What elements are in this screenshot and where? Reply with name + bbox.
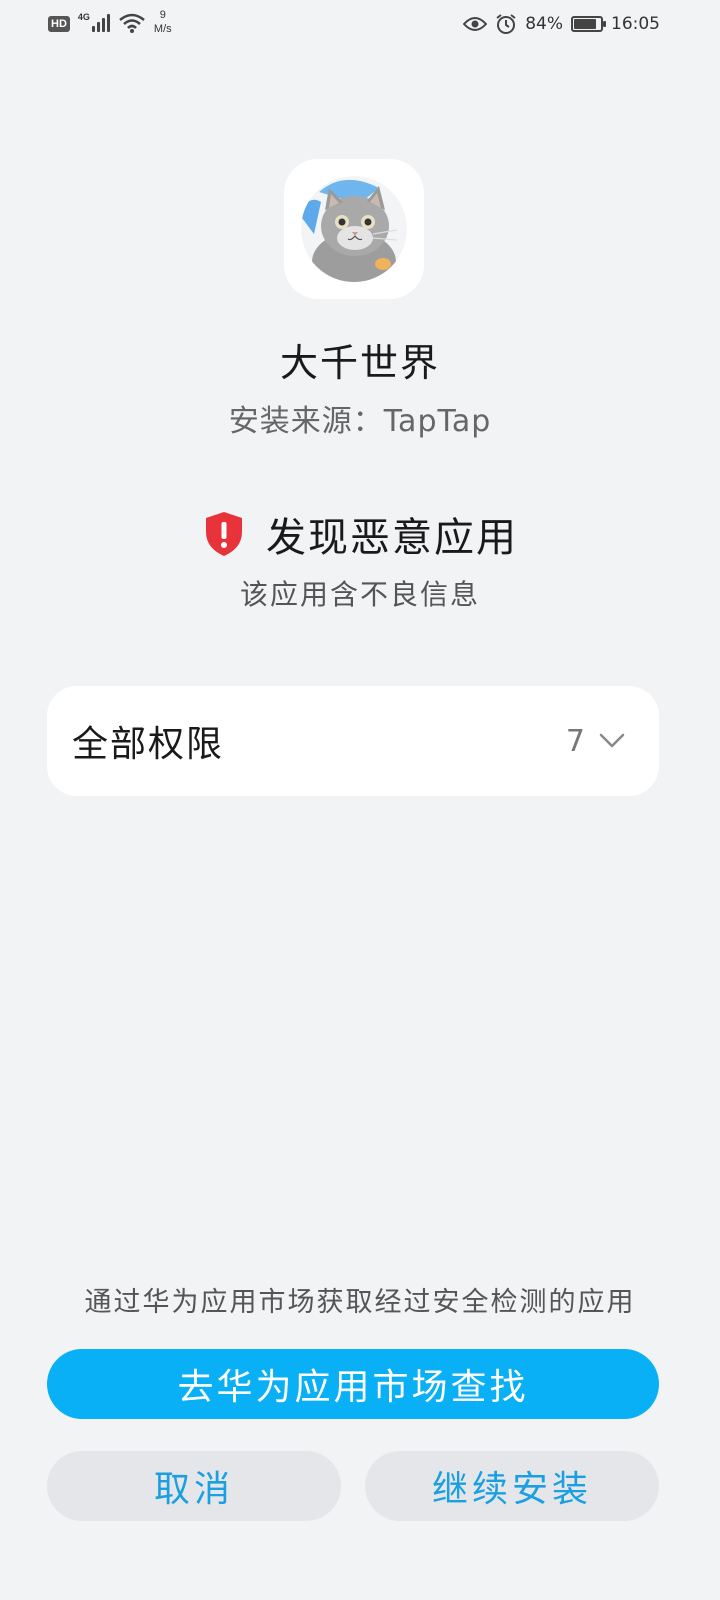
permissions-label: 全部权限	[72, 724, 225, 765]
status-right: 84% 16:05	[463, 13, 660, 35]
market-hint: 通过华为应用市场获取经过安全检测的应用	[84, 1287, 636, 1318]
app-name: 大千世界	[279, 341, 440, 385]
hd-icon: HD	[48, 16, 70, 32]
chevron-down-icon	[599, 733, 625, 748]
signal-icon: 4G	[78, 12, 110, 32]
wifi-icon	[119, 13, 145, 33]
warning-description: 该应用含不良信息	[239, 578, 480, 611]
clock: 16:05	[611, 14, 660, 34]
battery-fill	[574, 19, 596, 29]
all-permissions-row[interactable]: 全部权限 7	[47, 686, 659, 796]
malware-warning: 发现恶意应用	[0, 505, 720, 563]
alarm-icon	[496, 14, 516, 34]
status-bar: HD 4G 9 M/s 84% 16:05	[0, 0, 720, 52]
network-gen-label: 4G	[77, 12, 90, 22]
network-speed: 9 M/s	[153, 9, 172, 35]
install-source: 安装来源：TapTap	[228, 404, 492, 439]
battery-icon	[571, 16, 606, 32]
status-left: HD 4G 9 M/s	[48, 9, 172, 44]
cancel-button[interactable]: 取消	[47, 1451, 341, 1521]
warning-title: 发现恶意应用	[266, 515, 518, 561]
app-icon	[284, 159, 424, 299]
eye-icon	[463, 17, 488, 31]
shield-alert-icon	[206, 512, 242, 556]
cat-app-icon	[301, 176, 407, 282]
permissions-count: 7	[565, 723, 585, 759]
battery-percent: 84%	[525, 14, 563, 34]
continue-install-button[interactable]: 继续安装	[365, 1451, 659, 1521]
go-to-app-market-button[interactable]: 去华为应用市场查找	[47, 1349, 659, 1419]
